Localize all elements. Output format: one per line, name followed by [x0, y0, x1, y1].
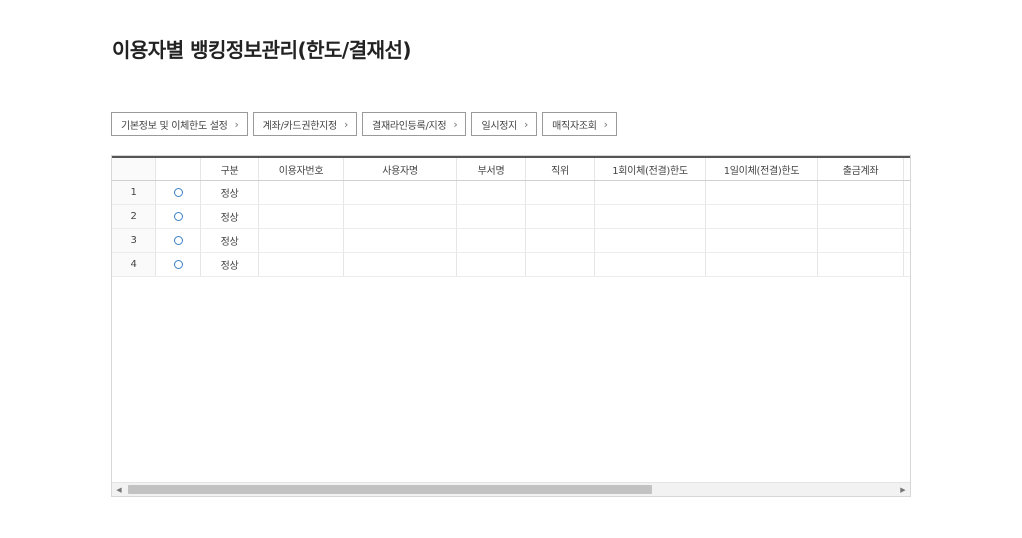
row-daily-limit — [706, 181, 818, 204]
row-number: 2 — [112, 205, 156, 228]
row-type: 정상 — [201, 181, 259, 204]
row-withdrawal-account — [818, 205, 904, 228]
row-truncated — [904, 229, 910, 252]
row-department — [457, 205, 526, 228]
header-single-transfer-limit[interactable]: 1회이체(전결)한도 — [595, 158, 706, 180]
row-user-id — [259, 181, 344, 204]
row-user-name — [344, 205, 457, 228]
header-user-id[interactable]: 이용자번호 — [259, 158, 344, 180]
radio-icon[interactable] — [173, 212, 183, 221]
row-user-id — [259, 205, 344, 228]
grid-header-row: 구분 이용자번호 사용자명 부서명 직위 1회이체(전결)한도 1일이체(전결)… — [112, 156, 910, 181]
header-withdrawal-account[interactable]: 출금계좌 — [818, 158, 904, 180]
row-position — [526, 205, 595, 228]
row-daily-limit — [706, 229, 818, 252]
row-single-limit — [595, 181, 706, 204]
tab-label: 결재라인등록/지정 — [372, 120, 447, 132]
row-withdrawal-account — [818, 181, 904, 204]
row-single-limit — [595, 229, 706, 252]
row-department — [457, 181, 526, 204]
row-number: 1 — [112, 181, 156, 204]
tab-label: 계좌/카드권한지정 — [262, 120, 338, 132]
radio-icon[interactable] — [173, 236, 183, 245]
row-select-cell[interactable] — [156, 205, 201, 228]
row-single-limit — [595, 205, 706, 228]
radio-icon[interactable] — [173, 260, 183, 269]
row-user-name — [344, 253, 457, 276]
header-truncated[interactable]: 결 — [904, 158, 910, 180]
tab-magic-inquiry[interactable]: 매직자조회 › — [542, 112, 617, 136]
header-daily-transfer-limit[interactable]: 1일이체(전결)한도 — [706, 158, 818, 180]
row-type: 정상 — [201, 205, 259, 228]
tab-label: 기본정보 및 이체한도 설정 — [121, 120, 228, 132]
row-user-name — [344, 181, 457, 204]
row-user-id — [259, 253, 344, 276]
page-title: 이용자별 뱅킹정보관리(한도/결재선) — [112, 38, 412, 62]
row-position — [526, 229, 595, 252]
table-row[interactable]: 2 정상 — [112, 205, 910, 229]
header-position[interactable]: 직위 — [526, 158, 595, 180]
chevron-right-icon: › — [234, 117, 239, 131]
scrollbar-thumb[interactable] — [128, 485, 652, 494]
header-department[interactable]: 부서명 — [457, 158, 526, 180]
radio-icon[interactable] — [173, 188, 183, 197]
row-select-cell[interactable] — [156, 181, 201, 204]
row-position — [526, 181, 595, 204]
header-select — [156, 158, 201, 180]
row-withdrawal-account — [818, 229, 904, 252]
row-single-limit — [595, 253, 706, 276]
tab-approval-line[interactable]: 결재라인등록/지정 › — [362, 112, 467, 136]
row-daily-limit — [706, 205, 818, 228]
row-withdrawal-account — [818, 253, 904, 276]
grid-body: 구분 이용자번호 사용자명 부서명 직위 1회이체(전결)한도 1일이체(전결)… — [112, 156, 910, 277]
row-select-cell[interactable] — [156, 229, 201, 252]
scroll-left-icon[interactable]: ◀ — [112, 483, 126, 496]
tab-label: 일시정지 — [481, 120, 518, 132]
scroll-right-icon[interactable]: ▶ — [896, 483, 910, 496]
table-row[interactable]: 1 정상 — [112, 181, 910, 205]
header-user-name[interactable]: 사용자명 — [344, 158, 457, 180]
user-grid: 구분 이용자번호 사용자명 부서명 직위 1회이체(전결)한도 1일이체(전결)… — [111, 155, 911, 497]
row-truncated — [904, 253, 910, 276]
tab-suspend[interactable]: 일시정지 › — [471, 112, 538, 136]
tab-bar: 기본정보 및 이체한도 설정 › 계좌/카드권한지정 › 결재라인등록/지정 ›… — [111, 112, 617, 136]
row-user-name — [344, 229, 457, 252]
chevron-right-icon: › — [524, 117, 529, 131]
row-truncated — [904, 205, 910, 228]
row-truncated — [904, 181, 910, 204]
chevron-right-icon: › — [453, 117, 458, 131]
row-daily-limit — [706, 253, 818, 276]
header-row-number — [112, 158, 156, 180]
row-department — [457, 229, 526, 252]
tab-label: 매직자조회 — [552, 120, 597, 132]
row-number: 3 — [112, 229, 156, 252]
row-department — [457, 253, 526, 276]
chevron-right-icon: › — [343, 117, 349, 131]
chevron-right-icon: › — [603, 117, 608, 131]
row-user-id — [259, 229, 344, 252]
table-row[interactable]: 3 정상 — [112, 229, 910, 253]
horizontal-scrollbar[interactable]: ◀ ▶ — [112, 482, 910, 496]
row-number: 4 — [112, 253, 156, 276]
table-row[interactable]: 4 정상 — [112, 253, 910, 277]
row-type: 정상 — [201, 229, 259, 252]
tab-basic-info-limit[interactable]: 기본정보 및 이체한도 설정 › — [111, 112, 248, 136]
row-type: 정상 — [201, 253, 259, 276]
row-position — [526, 253, 595, 276]
row-select-cell[interactable] — [156, 253, 201, 276]
header-type[interactable]: 구분 — [201, 158, 259, 180]
tab-account-card-permission[interactable]: 계좌/카드권한지정 › — [252, 112, 358, 136]
